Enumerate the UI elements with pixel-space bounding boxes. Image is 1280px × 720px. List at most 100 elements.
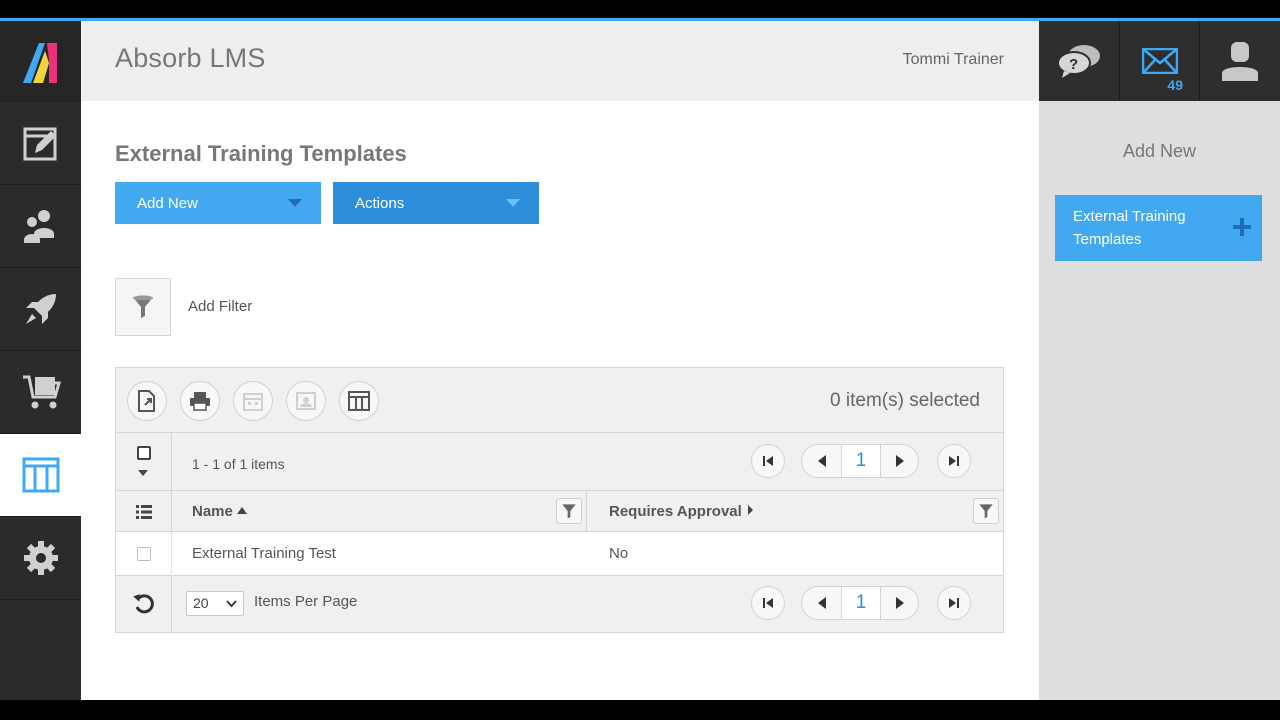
per-page-value: 20 bbox=[193, 595, 209, 611]
assign-button[interactable] bbox=[286, 381, 326, 421]
prev-page-icon bbox=[817, 597, 826, 609]
add-new-label: Add New bbox=[137, 194, 198, 212]
columns-icon bbox=[22, 457, 59, 493]
funnel-icon bbox=[562, 504, 576, 519]
next-page-button[interactable] bbox=[881, 587, 919, 619]
refresh-button[interactable] bbox=[116, 576, 172, 632]
selected-count: 0 item(s) selected bbox=[830, 390, 980, 411]
last-page-button[interactable] bbox=[937, 444, 971, 478]
last-page-icon bbox=[949, 456, 959, 466]
cell-name[interactable]: External Training Test bbox=[192, 545, 336, 562]
print-button[interactable] bbox=[180, 381, 220, 421]
bottom-pager: 1 bbox=[751, 586, 987, 622]
top-pager: 1 bbox=[751, 444, 987, 480]
cart-icon bbox=[22, 375, 61, 409]
user-name[interactable]: Tommi Trainer bbox=[903, 51, 1004, 69]
first-page-button[interactable] bbox=[751, 586, 785, 620]
user-avatar-icon bbox=[1221, 42, 1258, 81]
app-title: Absorb LMS bbox=[115, 43, 266, 73]
first-page-icon bbox=[763, 456, 773, 466]
row-checkbox[interactable] bbox=[137, 547, 151, 561]
add-filter-button[interactable] bbox=[115, 278, 171, 336]
columns-icon bbox=[348, 391, 370, 411]
items-range: 1 - 1 of 1 items bbox=[192, 456, 285, 472]
add-new-panel: Add New External Training Templates bbox=[1039, 101, 1280, 700]
add-new-dropdown-button[interactable]: Add New bbox=[115, 182, 321, 224]
profile-button[interactable] bbox=[1199, 21, 1279, 101]
page-nav-group: 1 bbox=[801, 444, 919, 478]
help-chat-icon: ? bbox=[1057, 45, 1100, 78]
header-bar: Absorb LMS Tommi Trainer bbox=[81, 21, 1039, 101]
select-all-cell[interactable] bbox=[116, 433, 172, 491]
nav-item-ecommerce[interactable] bbox=[0, 351, 81, 434]
cell-requires-approval: No bbox=[609, 545, 629, 562]
main-content: External Training Templates Add New Acti… bbox=[81, 101, 1039, 700]
next-page-button[interactable] bbox=[881, 445, 919, 477]
page-nav-group: 1 bbox=[801, 586, 919, 620]
left-nav bbox=[0, 21, 81, 700]
last-page-button[interactable] bbox=[937, 586, 971, 620]
mail-count-badge: 49 bbox=[1167, 77, 1183, 93]
logo-icon bbox=[22, 43, 57, 83]
nav-item-courses[interactable] bbox=[0, 268, 81, 351]
current-page[interactable]: 1 bbox=[841, 586, 881, 620]
plus-icon bbox=[1233, 218, 1251, 236]
schedule-button[interactable] bbox=[233, 381, 273, 421]
name-filter-button[interactable] bbox=[556, 498, 582, 524]
page-title: External Training Templates bbox=[115, 141, 407, 166]
column-menu-button[interactable] bbox=[116, 491, 172, 532]
nav-item-reports[interactable] bbox=[0, 102, 81, 185]
chevron-down-icon bbox=[288, 199, 302, 207]
items-per-page-label: Items Per Page bbox=[254, 593, 358, 610]
chevron-down-icon[interactable] bbox=[138, 470, 148, 476]
column-header-name[interactable]: Name bbox=[172, 491, 587, 532]
top-icon-bar: ? 49 bbox=[1039, 21, 1280, 101]
messages-button[interactable]: 49 bbox=[1119, 21, 1199, 101]
columns-button[interactable] bbox=[339, 381, 379, 421]
approval-filter-button[interactable] bbox=[973, 498, 999, 524]
add-filter-label[interactable]: Add Filter bbox=[188, 298, 252, 315]
mail-icon bbox=[1141, 48, 1178, 74]
chevron-down-icon bbox=[226, 600, 237, 608]
prev-page-button[interactable] bbox=[802, 445, 841, 477]
first-page-icon bbox=[763, 598, 773, 608]
templates-grid: 0 item(s) selected 1 - 1 of 1 items 1 Na… bbox=[115, 367, 1004, 633]
next-page-icon bbox=[896, 455, 904, 467]
column-approval-label[interactable]: Requires Approval bbox=[609, 503, 753, 520]
actions-dropdown-button[interactable]: Actions bbox=[333, 182, 539, 224]
column-approval-text: Requires Approval bbox=[609, 503, 742, 520]
nav-item-templates[interactable] bbox=[0, 434, 81, 517]
funnel-icon bbox=[979, 504, 993, 519]
table-row[interactable]: External Training Test No bbox=[116, 532, 1003, 576]
nav-item-users[interactable] bbox=[0, 185, 81, 268]
items-per-page-select[interactable]: 20 bbox=[186, 591, 244, 616]
column-name-label[interactable]: Name bbox=[192, 503, 247, 520]
export-icon bbox=[138, 390, 155, 412]
screen: Absorb LMS Tommi Trainer ? 49 External T… bbox=[0, 0, 1280, 720]
first-page-button[interactable] bbox=[751, 444, 785, 478]
nav-item-settings[interactable] bbox=[0, 517, 81, 600]
calendar-icon bbox=[243, 393, 263, 411]
add-external-training-template-button[interactable]: External Training Templates bbox=[1055, 195, 1262, 261]
printer-icon bbox=[190, 392, 210, 411]
refresh-icon bbox=[132, 594, 154, 614]
users-icon bbox=[23, 210, 54, 243]
sort-ascending-icon bbox=[236, 507, 247, 514]
absorb-logo[interactable] bbox=[0, 21, 81, 102]
prev-page-icon bbox=[817, 455, 826, 467]
add-new-item-label: External Training Templates bbox=[1073, 208, 1186, 248]
funnel-icon bbox=[133, 295, 153, 318]
help-chat-button[interactable]: ? bbox=[1039, 21, 1119, 101]
select-all-checkbox[interactable] bbox=[137, 446, 151, 460]
actions-label: Actions bbox=[355, 194, 405, 212]
svg-text:?: ? bbox=[1069, 56, 1078, 73]
column-header-requires-approval[interactable]: Requires Approval bbox=[587, 491, 1003, 532]
reports-icon bbox=[23, 127, 56, 161]
app-window: Absorb LMS Tommi Trainer ? 49 External T… bbox=[0, 21, 1280, 700]
prev-page-button[interactable] bbox=[802, 587, 841, 619]
chevron-down-icon bbox=[506, 199, 520, 207]
list-icon bbox=[135, 504, 152, 519]
current-page[interactable]: 1 bbox=[841, 444, 881, 478]
export-button[interactable] bbox=[127, 381, 167, 421]
row-select-cell[interactable] bbox=[116, 532, 172, 576]
